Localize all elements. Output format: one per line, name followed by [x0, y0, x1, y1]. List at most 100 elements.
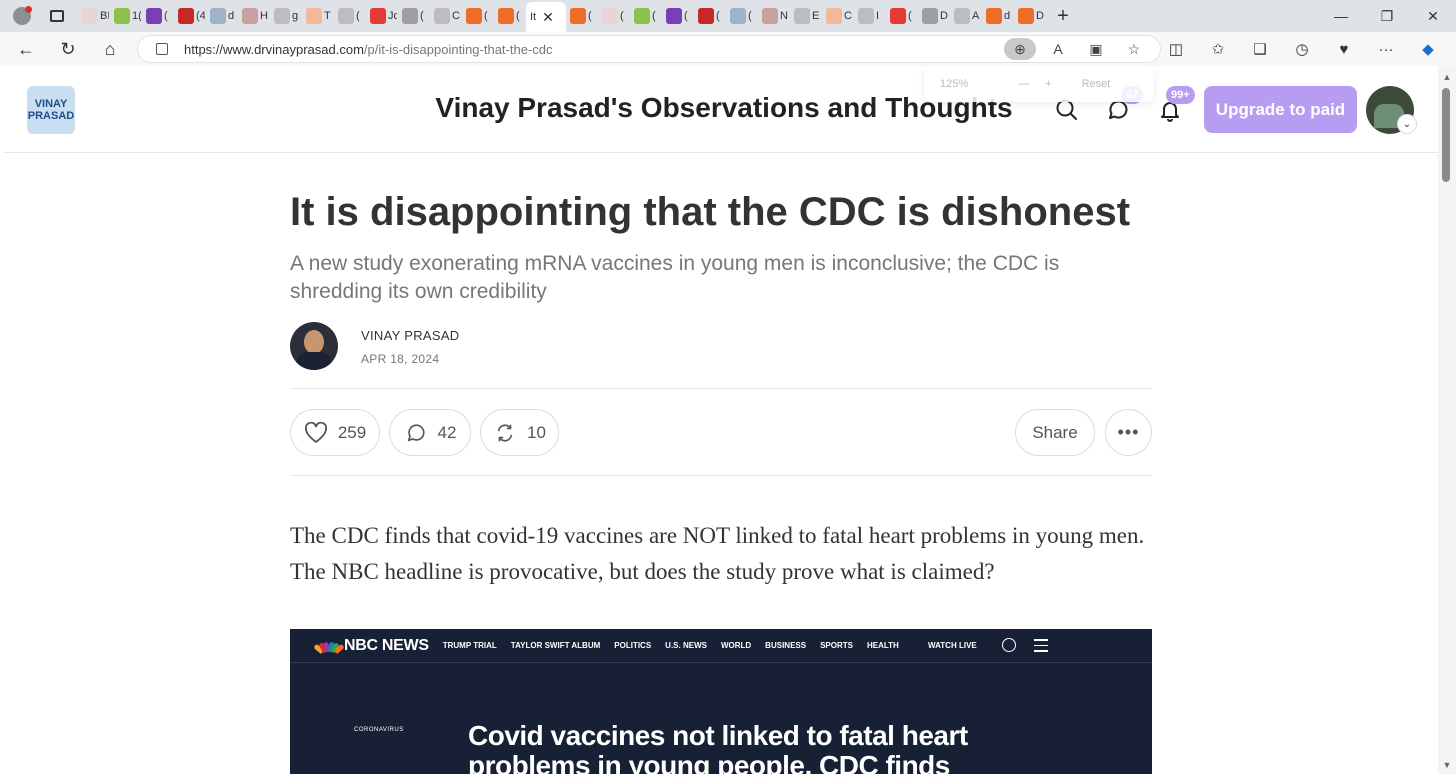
close-window-button[interactable]: ✕ — [1410, 8, 1456, 25]
upgrade-to-paid-button[interactable]: Upgrade to paid — [1204, 86, 1357, 133]
profile-icon[interactable] — [8, 2, 36, 30]
tab-title: ( — [484, 10, 488, 22]
split-screen-icon[interactable]: ◫ — [1160, 36, 1192, 62]
browser-tab[interactable]: D — [1014, 2, 1046, 30]
restack-count: 10 — [527, 422, 546, 442]
site-logo[interactable]: VINAY PRASAD — [27, 86, 75, 134]
back-icon[interactable]: ← — [10, 35, 42, 63]
zoom-reset-button[interactable]: Reset — [1082, 78, 1111, 90]
browser-tab[interactable]: ( — [462, 2, 494, 30]
copilot-icon[interactable]: ◆ — [1412, 36, 1444, 62]
collections-icon[interactable]: ❏ — [1244, 36, 1276, 62]
browser-tab[interactable]: C — [822, 2, 854, 30]
tab-favicon — [402, 8, 418, 24]
scroll-down-icon[interactable]: ▼ — [1442, 760, 1452, 770]
embed-nav-links: TRUMP TRIAL TAYLOR SWIFT ALBUM POLITICS U.S… — [429, 641, 899, 650]
close-tab-icon[interactable]: ✕ — [542, 9, 554, 26]
embed-watch-live: WATCH LIVE — [928, 641, 977, 650]
immersive-reader-icon[interactable]: ▣ — [1080, 38, 1112, 60]
tab-favicon — [242, 8, 258, 24]
browser-tab[interactable]: BI — [78, 2, 110, 30]
embed-nav-link: POLITICS — [614, 641, 652, 650]
author-name[interactable]: VINAY PRASAD — [361, 328, 460, 343]
like-count: 259 — [337, 422, 367, 442]
zoom-icon[interactable]: ⊕ — [1004, 38, 1036, 60]
browser-tab[interactable]: 1( — [110, 2, 142, 30]
browser-tab[interactable]: ( — [630, 2, 662, 30]
url-text[interactable]: https://www.drvinayprasad.com/p/it-is-di… — [184, 42, 553, 57]
browser-tab[interactable]: ( — [334, 2, 366, 30]
tab-favicon — [178, 8, 194, 24]
tab-title: ( — [652, 10, 656, 22]
minimize-button[interactable]: — — [1318, 8, 1364, 24]
page-scrollbar[interactable]: ▲ ▼ — [1438, 66, 1456, 774]
browser-tab[interactable]: ( — [886, 2, 918, 30]
history-icon[interactable]: ◷ — [1286, 36, 1318, 62]
tab-favicon — [922, 8, 938, 24]
browser-tab[interactable]: (4 — [174, 2, 206, 30]
browser-tab[interactable]: E — [790, 2, 822, 30]
more-menu-icon[interactable]: ··· — [1370, 36, 1402, 62]
restack-button[interactable]: 10 — [480, 409, 559, 456]
embed-nav-link: HEALTH — [866, 641, 899, 650]
more-options-icon[interactable]: ••• — [1105, 409, 1152, 456]
browser-tab[interactable]: C — [430, 2, 462, 30]
tab-favicon — [114, 8, 130, 24]
tab-favicon — [602, 8, 618, 24]
tab-title: T — [324, 10, 331, 22]
scroll-thumb[interactable] — [1442, 88, 1450, 182]
embedded-news-screenshot[interactable]: NBC NEWS TRUMP TRIAL TAYLOR SWIFT ALBUM PO… — [290, 629, 1152, 774]
scroll-up-icon[interactable]: ▲ — [1442, 72, 1452, 82]
browser-tab[interactable]: ( — [142, 2, 174, 30]
read-aloud-icon[interactable]: A — [1042, 38, 1074, 60]
browser-tab[interactable]: ( — [566, 2, 598, 30]
browser-tab[interactable]: A — [950, 2, 982, 30]
browser-tab[interactable]: Jo — [366, 2, 398, 30]
browser-tab[interactable]: ( — [494, 2, 526, 30]
browser-tab[interactable]: I — [854, 2, 886, 30]
browser-tab[interactable]: T — [302, 2, 334, 30]
tab-title: ( — [588, 10, 592, 22]
restore-button[interactable]: ❐ — [1364, 8, 1410, 25]
browser-tab[interactable]: g — [270, 2, 302, 30]
browser-tab[interactable]: ( — [398, 2, 430, 30]
embed-nav-link: BUSINESS — [765, 641, 807, 650]
lock-icon[interactable] — [156, 43, 168, 55]
extensions-icon[interactable]: ♥ — [1328, 36, 1360, 62]
like-button[interactable]: 259 — [290, 409, 380, 456]
tab-favicon — [762, 8, 778, 24]
favorite-star-icon[interactable]: ☆ — [1118, 38, 1150, 60]
browser-tab[interactable]: ( — [598, 2, 630, 30]
tab-title: E — [812, 10, 820, 22]
window-controls: — ❐ ✕ — [1318, 0, 1456, 32]
tab-title: 1( — [132, 10, 142, 22]
browser-tab[interactable]: ( — [694, 2, 726, 30]
browser-tab[interactable]: d — [982, 2, 1014, 30]
favorites-icon[interactable]: ✩ — [1202, 36, 1234, 62]
tab-title: C — [844, 10, 852, 22]
embed-menu-icon — [1034, 639, 1048, 656]
active-tab[interactable]: It ✕ — [526, 2, 566, 32]
comments-button[interactable]: 42 — [389, 409, 471, 456]
refresh-icon[interactable]: ↻ — [52, 35, 84, 63]
embed-nav-link: SPORTS — [820, 641, 853, 650]
tab-favicon — [858, 8, 874, 24]
browser-tab[interactable]: ( — [726, 2, 758, 30]
browser-tab[interactable]: ( — [662, 2, 694, 30]
tab-actions-icon[interactable] — [44, 3, 70, 29]
zoom-in-button[interactable]: + — [1045, 78, 1051, 90]
browser-tab[interactable]: N — [758, 2, 790, 30]
chevron-down-icon[interactable]: ⌄ — [1397, 114, 1417, 134]
address-bar[interactable]: https://www.drvinayprasad.com/p/it-is-di… — [137, 35, 1161, 63]
browser-tab[interactable]: d — [206, 2, 238, 30]
tab-favicon — [794, 8, 810, 24]
tab-title: I — [876, 10, 880, 22]
zoom-out-button[interactable]: — — [1018, 78, 1029, 90]
share-button[interactable]: Share — [1015, 409, 1095, 456]
browser-tab[interactable]: H — [238, 2, 270, 30]
tab-title: C — [452, 10, 460, 22]
author-avatar[interactable] — [290, 322, 338, 370]
new-tab-button[interactable]: + — [1050, 5, 1076, 28]
home-icon[interactable]: ⌂ — [94, 35, 126, 63]
browser-tab[interactable]: D — [918, 2, 950, 30]
